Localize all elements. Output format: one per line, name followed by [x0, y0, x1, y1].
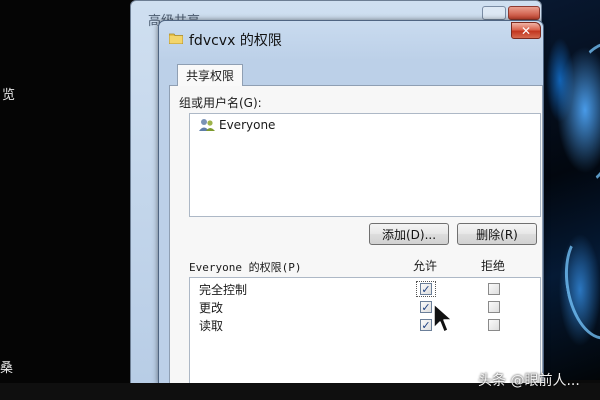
- close-button[interactable]: ✕: [511, 22, 541, 39]
- permission-change: 更改: [199, 301, 224, 315]
- checkmark-icon: ✓: [421, 318, 431, 332]
- back-window-close-button[interactable]: [508, 6, 540, 20]
- users-group-icon: [199, 119, 215, 131]
- desktop-background-left: [0, 0, 130, 400]
- list-item[interactable]: Everyone: [198, 118, 275, 132]
- background-text: 桑: [0, 361, 14, 376]
- watermark-text: 头条 @眼前人...: [478, 373, 580, 389]
- permission-full-control: 完全控制: [199, 283, 248, 297]
- close-icon: ✕: [520, 23, 532, 38]
- checkmark-icon: ✓: [421, 300, 431, 314]
- allow-read-checkbox[interactable]: ✓: [420, 319, 432, 331]
- permission-read: 读取: [199, 319, 224, 333]
- deny-change-checkbox[interactable]: [488, 301, 500, 313]
- tab-share-permissions[interactable]: 共享权限: [177, 64, 243, 86]
- checkmark-icon: ✓: [421, 282, 431, 296]
- deny-full-control-checkbox[interactable]: [488, 283, 500, 295]
- user-list[interactable]: Everyone: [189, 113, 541, 217]
- allow-change-checkbox[interactable]: ✓: [420, 301, 432, 313]
- group-or-user-label: 组或用户名(G):: [179, 96, 262, 110]
- allow-full-control-checkbox[interactable]: ✓: [420, 283, 432, 295]
- deny-column-header: 拒绝: [481, 259, 506, 273]
- user-name: Everyone: [219, 118, 276, 132]
- folder-icon: [169, 33, 183, 44]
- minimize-button[interactable]: [482, 6, 506, 20]
- permissions-dialog: fdvcvx 的权限 ✕ 共享权限 组或用户名(G): Everyone 添加(…: [158, 20, 544, 385]
- deny-read-checkbox[interactable]: [488, 319, 500, 331]
- dialog-title: fdvcvx 的权限: [189, 33, 282, 49]
- background-text: 览: [2, 88, 16, 103]
- mouse-cursor-icon: [433, 303, 453, 333]
- permissions-header: Everyone 的权限(P): [189, 261, 302, 274]
- remove-button[interactable]: 删除(R): [457, 223, 537, 245]
- add-button[interactable]: 添加(D)...: [369, 223, 449, 245]
- allow-column-header: 允许: [413, 259, 438, 273]
